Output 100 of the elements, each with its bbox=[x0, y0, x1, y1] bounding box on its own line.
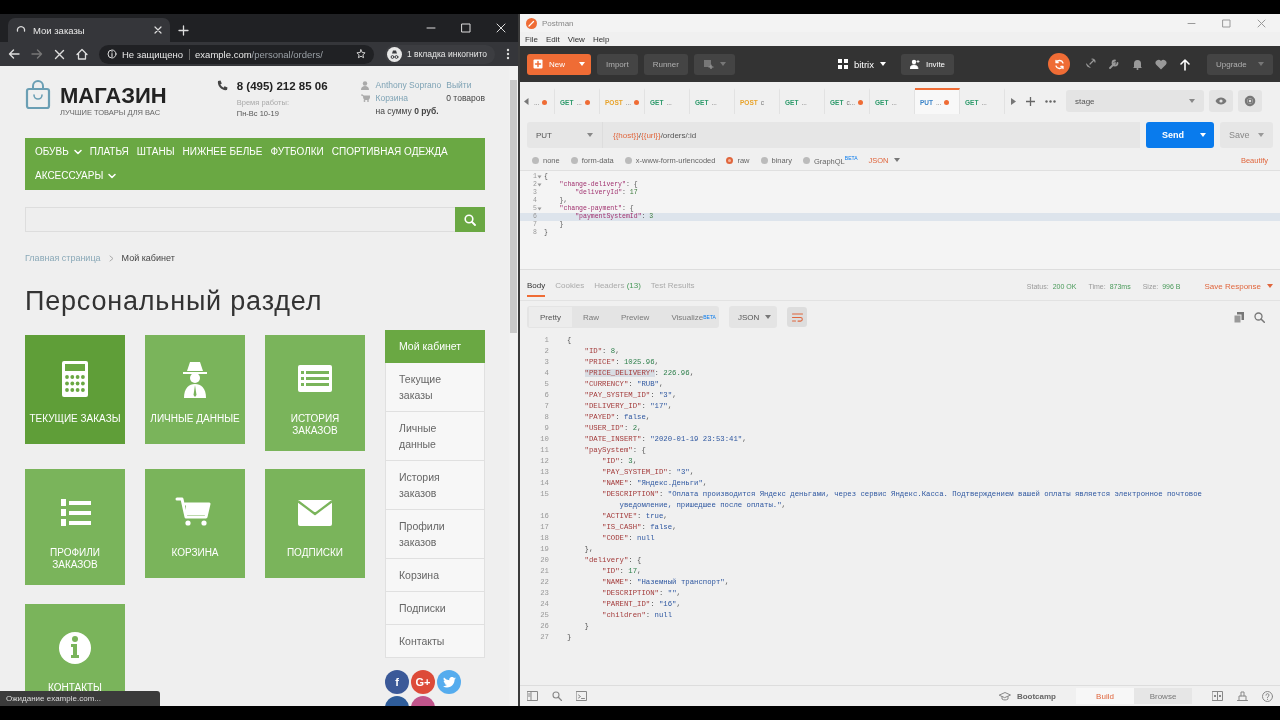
search-field[interactable] bbox=[25, 207, 455, 232]
sidebar-item[interactable]: Профили заказов bbox=[385, 510, 485, 559]
wrap-lines-icon bbox=[791, 312, 803, 322]
eye-button[interactable] bbox=[1209, 90, 1233, 112]
upgrade-button[interactable]: Upgrade bbox=[1207, 53, 1273, 75]
sync-button[interactable] bbox=[1048, 53, 1070, 75]
section-tile[interactable]: ПРОФИЛИ ЗАКАЗОВ bbox=[25, 469, 125, 586]
tab-title: Мои заказы bbox=[33, 24, 85, 36]
mode-tab[interactable]: Browse bbox=[1134, 688, 1192, 704]
shop-logo[interactable]: МАГАЗИН bbox=[60, 84, 167, 108]
caret-icon bbox=[1189, 99, 1195, 103]
search-icon[interactable] bbox=[552, 691, 562, 701]
nav-link[interactable]: ШТАНЫ bbox=[136, 140, 175, 164]
mode-tab[interactable]: Build bbox=[1076, 688, 1134, 704]
new-window-button[interactable] bbox=[693, 53, 735, 75]
view-mode-button[interactable]: Pretty bbox=[529, 307, 572, 327]
invite-button[interactable]: Invite bbox=[900, 53, 955, 75]
runner-button[interactable]: Runner bbox=[643, 53, 688, 75]
menu-item[interactable]: Edit bbox=[545, 34, 560, 44]
menu-icon[interactable] bbox=[506, 48, 510, 60]
caret-icon bbox=[1258, 133, 1264, 137]
radio-button[interactable] bbox=[802, 156, 810, 164]
star-icon[interactable] bbox=[355, 49, 366, 59]
environment-select[interactable]: stage bbox=[1066, 90, 1204, 112]
import-button[interactable]: Import bbox=[597, 53, 638, 75]
section-tile[interactable]: ТЕКУЩИЕ ЗАКАЗЫ bbox=[25, 335, 125, 444]
response-tab[interactable]: Body bbox=[527, 275, 546, 297]
save-button[interactable]: Save bbox=[1220, 122, 1273, 148]
info-icon[interactable] bbox=[107, 49, 117, 59]
user-link[interactable]: Anthony Soprano bbox=[375, 80, 442, 90]
nav-link[interactable]: АКСЕССУАРЫ bbox=[35, 164, 117, 188]
radio-button[interactable] bbox=[570, 156, 578, 164]
stop-icon[interactable] bbox=[54, 48, 65, 60]
view-mode-button[interactable]: Raw bbox=[571, 307, 610, 327]
more-icon[interactable] bbox=[1045, 99, 1056, 103]
address-bar[interactable]: Не защищено example.com/personal/orders/ bbox=[99, 44, 374, 64]
social-icon[interactable]: G+ bbox=[411, 670, 435, 694]
social-icon[interactable] bbox=[437, 670, 461, 694]
nav-link[interactable]: ПЛАТЬЯ bbox=[89, 140, 129, 164]
fold-icon[interactable] bbox=[537, 207, 542, 211]
bell-icon[interactable] bbox=[1132, 58, 1143, 70]
bootcamp-link[interactable]: Bootcamp bbox=[998, 691, 1056, 701]
search-icon[interactable] bbox=[1254, 311, 1265, 323]
view-mode-button[interactable]: Preview bbox=[609, 307, 661, 327]
menu-item[interactable]: View bbox=[567, 34, 585, 44]
scroll-right-icon[interactable] bbox=[1011, 97, 1016, 105]
caret-icon bbox=[719, 62, 726, 66]
scrollbar-thumb[interactable] bbox=[510, 80, 517, 333]
workspace-button[interactable]: bitrix bbox=[828, 53, 895, 75]
forward-icon[interactable] bbox=[31, 48, 43, 60]
menu-item[interactable]: Help bbox=[592, 34, 610, 44]
nav-link[interactable]: НИЖНЕЕ БЕЛЬЕ bbox=[182, 140, 263, 164]
url-field[interactable]: {{host}}/{{url}}/orders/:id bbox=[603, 122, 1140, 148]
sidebar-item[interactable]: Корзина bbox=[385, 559, 485, 592]
wrap-button[interactable] bbox=[787, 307, 807, 327]
response-tab[interactable]: Headers (13) bbox=[594, 275, 641, 297]
radio-button[interactable] bbox=[760, 156, 768, 164]
nav-link[interactable]: ФУТБОЛКИ bbox=[270, 140, 324, 164]
radio-button[interactable] bbox=[532, 156, 539, 164]
grid-icon bbox=[837, 59, 848, 69]
nav-link[interactable]: ОБУВЬ bbox=[35, 140, 82, 164]
section-tile[interactable]: ЛИЧНЫЕ ДАННЫЕ bbox=[145, 335, 245, 444]
sidebar-icon[interactable] bbox=[527, 691, 538, 701]
save-response-button[interactable]: Save Response bbox=[1204, 279, 1273, 293]
heart-icon[interactable] bbox=[1155, 58, 1167, 70]
logout-link[interactable]: Выйти bbox=[446, 80, 485, 90]
new-button[interactable]: New bbox=[527, 53, 591, 75]
browser-tab[interactable]: Мои заказы bbox=[8, 18, 170, 42]
incognito-button[interactable]: 1 вкладка инкогнито bbox=[384, 44, 495, 64]
sidebar-item[interactable]: Подписки bbox=[385, 592, 485, 625]
section-tile[interactable]: ПОДПИСКИ bbox=[265, 469, 365, 579]
help-icon[interactable] bbox=[1262, 690, 1273, 702]
section-tile[interactable]: ИСТОРИЯ ЗАКАЗОВ bbox=[265, 335, 365, 451]
radio-button[interactable] bbox=[726, 156, 734, 164]
sidebar-item[interactable]: Контакты bbox=[385, 625, 485, 658]
layout-icon[interactable] bbox=[1237, 691, 1248, 701]
sidebar-item[interactable]: Мой кабинет bbox=[385, 330, 485, 363]
menu-item[interactable]: File bbox=[525, 34, 538, 44]
radio-button[interactable] bbox=[624, 156, 632, 164]
console-icon[interactable] bbox=[576, 691, 587, 701]
format-select[interactable]: JSON bbox=[729, 306, 777, 328]
sidebar-item[interactable]: История заказов bbox=[385, 461, 485, 510]
method-select[interactable]: PUT bbox=[527, 122, 603, 148]
breadcrumb-link[interactable]: Главная страница bbox=[25, 253, 101, 263]
send-button[interactable]: Send bbox=[1146, 122, 1214, 148]
settings-button[interactable] bbox=[1238, 90, 1262, 112]
satellite-icon[interactable] bbox=[1084, 58, 1096, 70]
sidebar-item[interactable]: Текущие заказы bbox=[385, 363, 485, 412]
two-pane-icon[interactable] bbox=[1212, 691, 1223, 701]
wrench-icon[interactable] bbox=[1108, 58, 1120, 70]
back-icon[interactable] bbox=[8, 48, 20, 60]
search-button[interactable] bbox=[455, 207, 485, 232]
copy-icon[interactable] bbox=[1234, 311, 1244, 323]
section-tile[interactable]: КОРЗИНА bbox=[145, 469, 245, 579]
cart-link[interactable]: Корзина bbox=[375, 93, 442, 103]
upload-icon[interactable] bbox=[1179, 57, 1191, 71]
nav-link[interactable]: СПОРТИВНАЯ ОДЕЖДА bbox=[331, 140, 448, 164]
home-icon[interactable] bbox=[76, 48, 88, 60]
social-icon[interactable]: f bbox=[385, 670, 409, 694]
sidebar-item[interactable]: Личные данные bbox=[385, 412, 485, 461]
